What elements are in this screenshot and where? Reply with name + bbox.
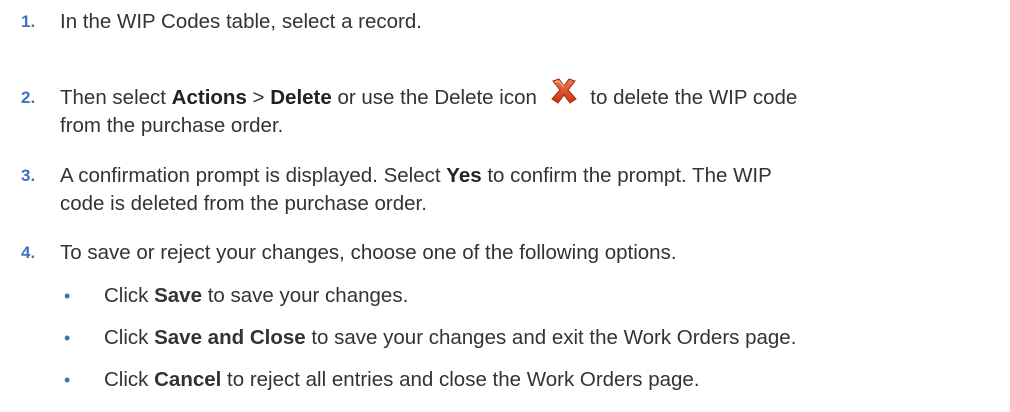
step-1-text: In the WIP Codes table, select a record. — [60, 10, 422, 33]
step-number: 1. — [21, 12, 36, 31]
option-cancel: • Click Cancel to reject all entries and… — [0, 366, 990, 394]
step-number: 2. — [21, 88, 36, 107]
save-button-label: Save — [154, 284, 202, 307]
step-2-line2: from the purchase order. — [60, 114, 284, 137]
step-number: 4. — [21, 243, 36, 262]
step-text: Then select Actions > Delete or use the … — [60, 78, 960, 140]
bullet-pre: Click — [104, 284, 155, 307]
bullet-text: Click Cancel to reject all entries and c… — [104, 366, 990, 394]
step-number: 3. — [21, 166, 36, 185]
step-1: 1. In the WIP Codes table, select a reco… — [0, 8, 990, 36]
bullet-pre: Click — [104, 368, 155, 391]
step-text: To save or reject your changes, choose o… — [60, 239, 960, 267]
step-text: A confirmation prompt is displayed. Sele… — [60, 162, 960, 218]
bullet-icon: • — [64, 370, 71, 390]
step-2-pre: Then select — [60, 86, 172, 109]
step-4-text: To save or reject your changes, choose o… — [60, 241, 677, 264]
step-3-pre: A confirmation prompt is displayed. Sele… — [60, 164, 447, 187]
bullet-icon: • — [64, 286, 71, 306]
step-2-post: to delete the WIP code — [584, 86, 798, 109]
yes-button-label: Yes — [446, 164, 482, 187]
delete-menu-label: Delete — [270, 86, 332, 109]
step-2-separator: > — [246, 86, 271, 109]
delete-x-icon — [549, 78, 579, 104]
step-3: 3. A confirmation prompt is displayed. S… — [0, 162, 990, 218]
bullet-post: to save your changes and exit the Work O… — [305, 326, 797, 349]
bullet-icon: • — [64, 328, 71, 348]
option-save-and-close: • Click Save and Close to save your chan… — [0, 324, 990, 352]
bullet-post: to save your changes. — [202, 284, 409, 307]
procedure-steps: 1. In the WIP Codes table, select a reco… — [0, 0, 1010, 412]
step-2-mid: or use the Delete icon — [331, 86, 543, 109]
bullet-text: Click Save and Close to save your change… — [104, 324, 990, 352]
bullet-post: to reject all entries and close the Work… — [221, 368, 700, 391]
step-4: 4. To save or reject your changes, choos… — [0, 239, 990, 267]
bullet-text: Click Save to save your changes. — [104, 282, 990, 310]
step-3-post: to confirm the prompt. The WIP — [481, 164, 772, 187]
step-text: In the WIP Codes table, select a record. — [60, 8, 960, 36]
cancel-button-label: Cancel — [154, 368, 222, 391]
step-2: 2. Then select Actions > Delete or use t… — [0, 78, 990, 140]
option-save: • Click Save to save your changes. — [0, 282, 990, 310]
save-and-close-button-label: Save and Close — [154, 326, 306, 349]
step-3-line2: code is deleted from the purchase order. — [60, 192, 427, 215]
bullet-pre: Click — [104, 326, 155, 349]
actions-menu-label: Actions — [171, 86, 247, 109]
